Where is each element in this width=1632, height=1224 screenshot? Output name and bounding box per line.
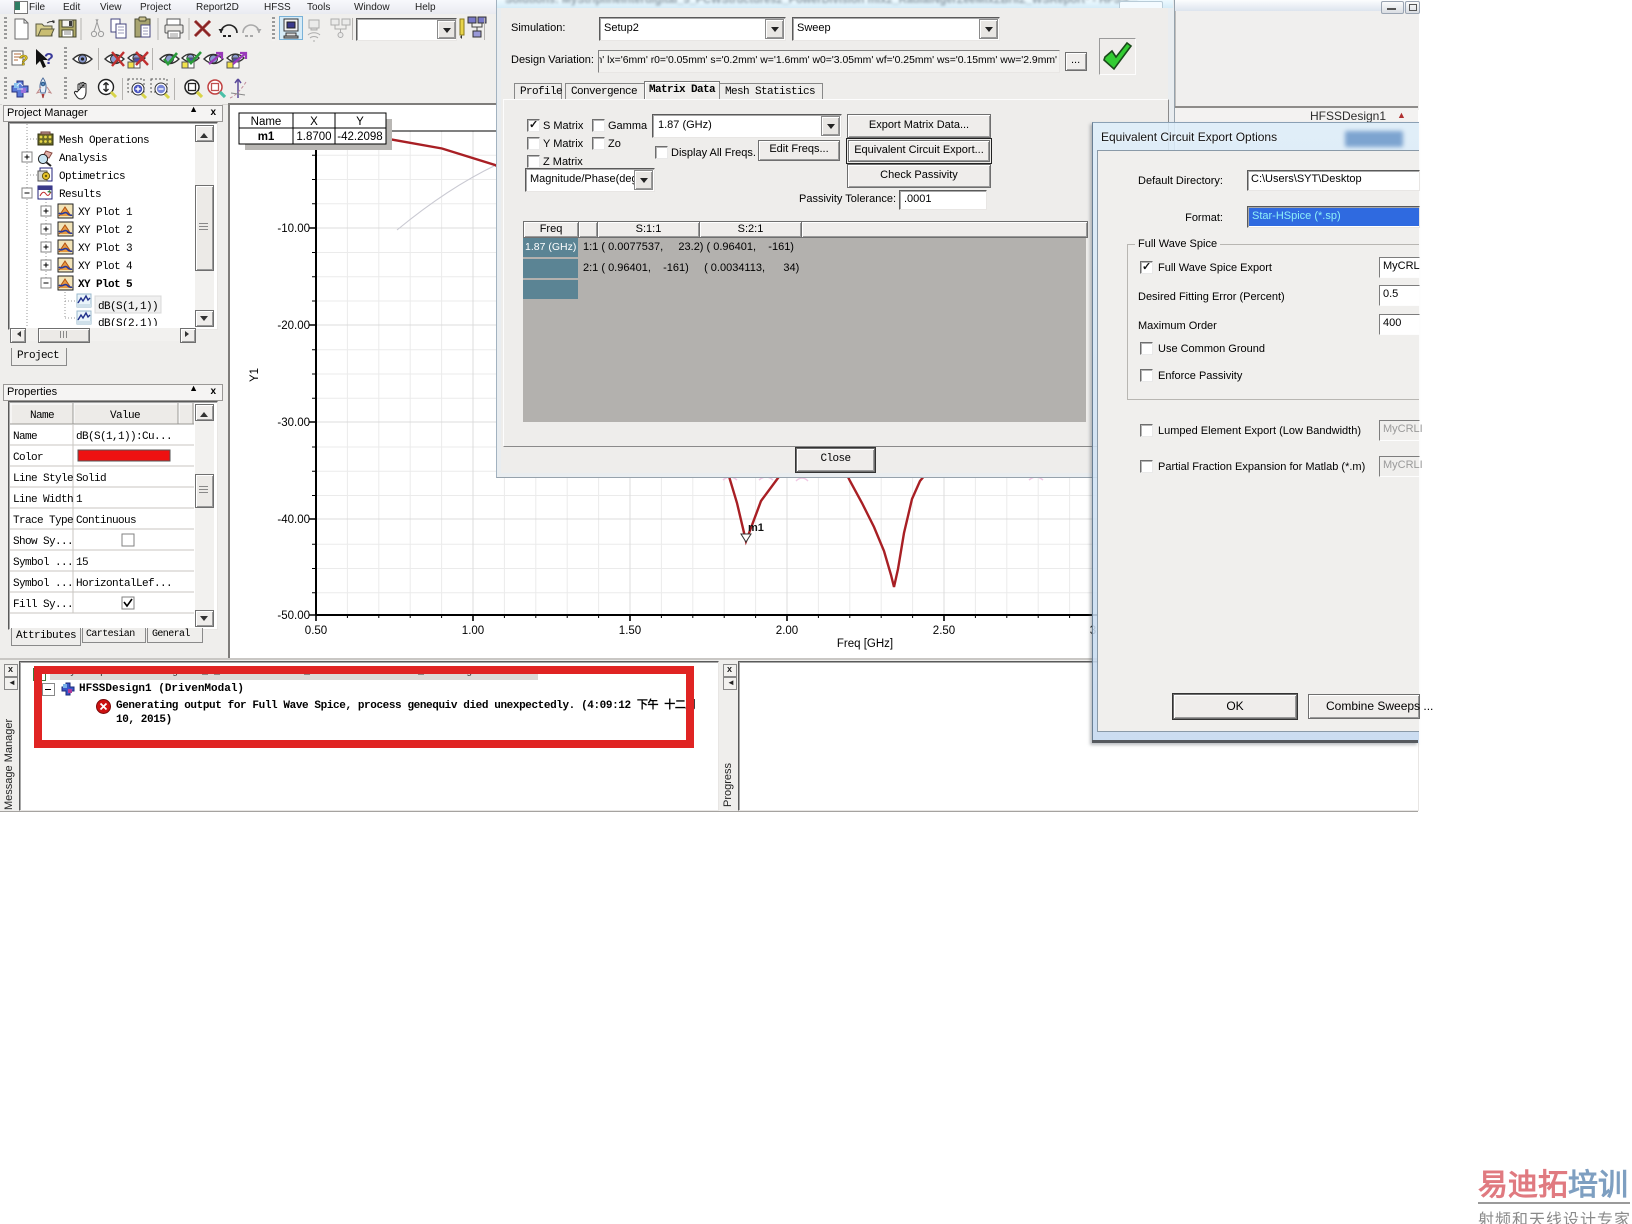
svg-text:-50.00: -50.00 <box>277 610 310 622</box>
svg-text:2.00: 2.00 <box>776 625 798 637</box>
svg-text:dB(S(1,1)):Cu...: dB(S(1,1)):Cu... <box>76 431 172 443</box>
svg-text:?: ? <box>19 52 28 69</box>
svg-text:-10.00: -10.00 <box>277 223 310 235</box>
svg-text:Freq [GHz]: Freq [GHz] <box>837 638 893 650</box>
svg-text:1.8700: 1.8700 <box>296 131 331 143</box>
svg-text:Line Width: Line Width <box>13 494 73 506</box>
svg-text:m1: m1 <box>748 522 764 534</box>
svg-text:1: 1 <box>76 494 83 506</box>
svg-text:dB(S(2,1)): dB(S(2,1)) <box>98 318 158 326</box>
svg-text:Mesh Operations: Mesh Operations <box>59 135 149 147</box>
svg-text:X: X <box>310 116 318 128</box>
svg-text:1.00: 1.00 <box>462 625 484 637</box>
svg-text:Trace Type: Trace Type <box>13 515 73 527</box>
svg-text:Value: Value <box>110 410 140 422</box>
svg-text:-20.00: -20.00 <box>277 320 310 332</box>
svg-text:Analysis: Analysis <box>59 153 107 165</box>
svg-text:2.50: 2.50 <box>933 625 955 637</box>
svg-text:dB(S(1,1)): dB(S(1,1)) <box>98 301 158 313</box>
svg-text:1.50: 1.50 <box>619 625 641 637</box>
svg-text:-42.2098: -42.2098 <box>337 131 382 143</box>
svg-text:Y1: Y1 <box>249 368 261 382</box>
svg-text:Results: Results <box>59 189 101 201</box>
svg-text:Name: Name <box>13 431 37 443</box>
svg-text:Symbol ...: Symbol ... <box>13 557 73 569</box>
svg-text:15: 15 <box>76 557 88 569</box>
svg-text:Continuous: Continuous <box>76 515 136 527</box>
svg-text:Color: Color <box>13 452 43 464</box>
svg-text:Optimetrics: Optimetrics <box>59 171 125 183</box>
svg-text:XY Plot 2: XY Plot 2 <box>78 225 132 237</box>
svg-text:Fill Sy...: Fill Sy... <box>13 599 73 611</box>
svg-text:Name: Name <box>251 116 282 128</box>
svg-text:Show Sy...: Show Sy... <box>13 536 73 548</box>
svg-text:-30.00: -30.00 <box>277 417 310 429</box>
svg-text:-40.00: -40.00 <box>277 514 310 526</box>
svg-text:XY Plot 1: XY Plot 1 <box>78 207 133 219</box>
svg-text:0.50: 0.50 <box>305 625 327 637</box>
svg-text:m1: m1 <box>258 131 275 143</box>
svg-text:XY Plot 4: XY Plot 4 <box>78 261 133 273</box>
svg-text:XY Plot 5: XY Plot 5 <box>78 279 133 291</box>
svg-text:?: ? <box>44 51 54 68</box>
svg-text:Symbol ...: Symbol ... <box>13 578 73 590</box>
svg-text:Solid: Solid <box>76 473 106 485</box>
svg-text:XY Plot 3: XY Plot 3 <box>78 243 132 255</box>
svg-text:Name: Name <box>30 410 54 422</box>
svg-text:Y: Y <box>356 116 364 128</box>
svg-text:HorizontalLef...: HorizontalLef... <box>76 578 172 590</box>
svg-text:Line Style: Line Style <box>13 473 73 485</box>
